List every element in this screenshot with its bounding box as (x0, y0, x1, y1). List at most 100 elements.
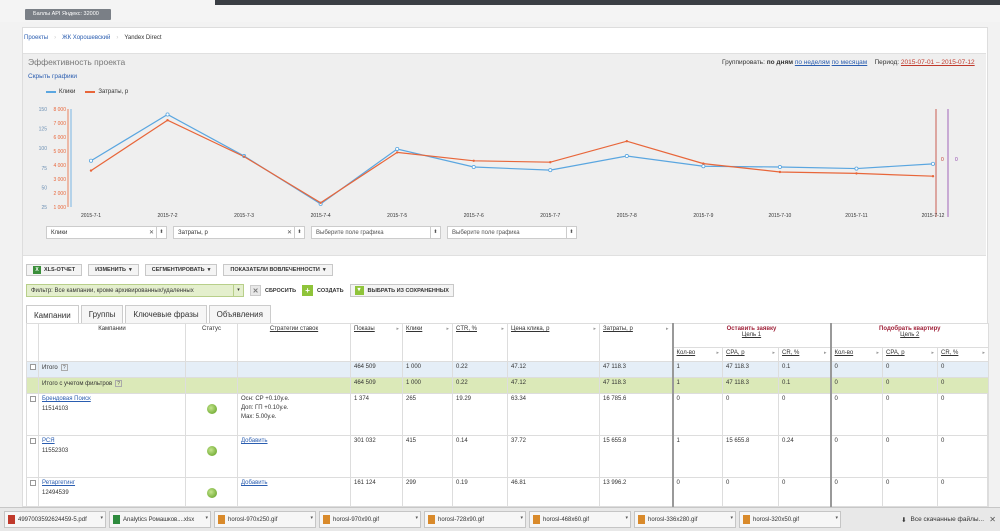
legend-item-clicks[interactable]: Клики (46, 89, 75, 95)
cell-goal1-cr: 0.1 (777, 361, 832, 378)
clicks-point (548, 168, 553, 173)
cell-cost: 15 655.8 (599, 435, 673, 478)
pdf-file-icon (8, 515, 15, 524)
breadcrumb-project[interactable]: ЖК Хорошевский (62, 35, 110, 41)
updown-icon[interactable]: ⬍ (294, 227, 304, 238)
add-strategy-link[interactable]: Добавить (241, 480, 268, 486)
goal2-sub[interactable]: Цель 2 (835, 332, 986, 338)
select-value: Клики (51, 229, 68, 236)
status-active-icon[interactable] (206, 404, 217, 414)
header-status[interactable]: Статус (185, 323, 238, 362)
header-goal1-cpa[interactable]: CPA, р ▸ (722, 347, 779, 362)
all-downloads-link[interactable]: ⬇ Все скачанные файлы... (901, 516, 984, 524)
legend-label: Затраты, р (98, 89, 129, 95)
download-item[interactable]: horosl-728x90.gif ▾ (424, 511, 526, 528)
group-weeks[interactable]: по неделям (795, 59, 830, 66)
clear-icon[interactable]: ✕ (287, 229, 292, 236)
row-checkbox[interactable] (26, 361, 39, 378)
checkbox[interactable] (30, 396, 36, 402)
header-goal2-cr[interactable]: CR, % ▸ (937, 347, 990, 362)
pick-saved-button[interactable]: ▾ ВЫБРАТЬ ИЗ СОХРАНЕННЫХ (349, 284, 454, 297)
header-ctr[interactable]: CTR, % ▸ (452, 323, 508, 362)
download-item[interactable]: horosl-336x280.gif ▾ (634, 511, 736, 528)
chevron-down-icon[interactable]: ▾ (835, 515, 838, 521)
row-checkbox[interactable] (26, 435, 39, 478)
add-strategy-link[interactable]: Добавить (241, 438, 268, 444)
campaign-link[interactable]: Брендовая Поиск (42, 396, 91, 402)
chevron-down-icon[interactable]: ▾ (415, 515, 418, 521)
row-checkbox[interactable] (26, 393, 39, 436)
header-goal2-cpa[interactable]: CPA, р ▸ (882, 347, 939, 362)
header-cpc[interactable]: Цена клика, р ▸ (507, 323, 600, 362)
campaign-link[interactable]: РСЯ (42, 438, 55, 444)
change-button[interactable]: ИЗМЕНИТЬ ▾ (88, 264, 139, 276)
engagement-button[interactable]: ПОКАЗАТЕЛИ ВОВЛЕЧЕННОСТИ ▾ (223, 264, 333, 276)
table-row: Брендовая Поиск 11514103 Осн: CP +0.10у.е… (26, 393, 990, 436)
checkbox[interactable] (30, 364, 36, 370)
chevron-down-icon[interactable]: ▾ (100, 515, 103, 521)
header-clicks[interactable]: Клики ▸ (402, 323, 453, 362)
tab-keywords[interactable]: Ключевые фразы (125, 305, 207, 323)
close-icon[interactable]: ✕ (989, 515, 996, 524)
campaign-link[interactable]: Ретаргетинг (42, 480, 75, 486)
reset-filter-button[interactable]: ✕ СБРОСИТЬ (250, 284, 296, 297)
header-cost[interactable]: Затраты, р ▸ (599, 323, 673, 362)
xls-report-button[interactable]: X XLS-ОТЧЕТ (26, 264, 83, 276)
tab-campaigns[interactable]: Кампании (26, 305, 79, 324)
updown-icon[interactable]: ⬍ (566, 227, 576, 238)
period-value[interactable]: 2015-07-01 – 2015-07-12 (901, 59, 975, 66)
row-checkbox[interactable] (26, 477, 39, 508)
tab-groups[interactable]: Группы (80, 305, 124, 323)
checkbox[interactable] (30, 480, 36, 486)
field-select-2[interactable]: Затраты, р ✕ ⬍ (173, 226, 305, 239)
tab-ads[interactable]: Объявления (208, 305, 271, 323)
download-filename: horosl-728x90.gif (438, 516, 485, 523)
status-active-icon[interactable] (206, 446, 217, 456)
field-select-4[interactable]: Выберите поле графика ⬍ (447, 226, 577, 239)
header-label: CPA, р (886, 350, 905, 356)
breadcrumb-projects[interactable]: Проекты (24, 35, 48, 41)
chevron-down-icon[interactable]: ▾ (205, 515, 208, 521)
chevron-down-icon[interactable]: ▾ (520, 515, 523, 521)
segment-button[interactable]: СЕГМЕНТИРОВАТЬ ▾ (144, 264, 218, 276)
chevron-down-icon[interactable]: ▾ (310, 515, 313, 521)
hide-charts-link[interactable]: Скрыть графики (28, 73, 77, 80)
group-months[interactable]: по месяцам (832, 59, 868, 66)
header-goal2-count[interactable]: Кол-во ▸ (829, 347, 884, 362)
create-filter-button[interactable]: + СОЗДАТЬ (302, 284, 344, 297)
clear-icon[interactable]: ✕ (149, 229, 154, 236)
field-select-1[interactable]: Клики ✕ ⬍ (46, 226, 167, 239)
download-item[interactable]: horosl-468x60.gif ▾ (529, 511, 631, 528)
status-active-icon[interactable] (206, 488, 217, 498)
cell-shows: 1 374 (350, 393, 403, 436)
chevron-down-icon[interactable]: ▾ (730, 515, 733, 521)
cell-cost: 47 118.3 (599, 361, 673, 378)
filter-select[interactable]: Фильтр: Все кампании, кроме архивированн… (26, 284, 244, 297)
checkbox[interactable] (30, 438, 36, 444)
header-goal1-cr[interactable]: CR, % ▸ (777, 347, 832, 362)
download-item[interactable]: Analytics Ромашков....xlsx ▾ (109, 511, 211, 528)
help-icon[interactable]: ? (115, 380, 123, 387)
help-icon[interactable]: ? (60, 364, 68, 371)
updown-icon[interactable]: ⬍ (156, 227, 166, 238)
table-header-row: Кампании Статус Стратегии ставок Показы ▸… (26, 323, 990, 362)
cost-point (166, 119, 169, 122)
header-campaigns[interactable]: Кампании (38, 323, 186, 362)
header-checkbox-cell (26, 323, 39, 362)
field-select-3[interactable]: Выберите поле графика ⬍ (311, 226, 441, 239)
legend-item-cost[interactable]: Затраты, р (85, 89, 128, 95)
download-item[interactable]: horosl-320x50.gif ▾ (739, 511, 841, 528)
api-points-badge[interactable]: Баллы API Яндекс: 32000 (25, 9, 111, 20)
group-days[interactable]: по дням (767, 59, 793, 66)
goal1-sub[interactable]: Цель 1 (677, 332, 827, 338)
chevron-down-icon[interactable]: ▾ (625, 515, 628, 521)
header-strategies[interactable]: Стратегии ставок (237, 323, 351, 362)
header-goal1-count[interactable]: Кол-во ▸ (671, 347, 723, 362)
updown-icon[interactable]: ⬍ (430, 227, 440, 238)
header-shows[interactable]: Показы ▸ (350, 323, 403, 362)
cell-goal1-cr: 0 (777, 393, 832, 436)
download-item[interactable]: 4997003592624459-5.pdf ▾ (4, 511, 106, 528)
sort-icon: ▸ (824, 350, 827, 356)
download-item[interactable]: horosl-970x90.gif ▾ (319, 511, 421, 528)
download-item[interactable]: horosl-970x250.gif ▾ (214, 511, 316, 528)
